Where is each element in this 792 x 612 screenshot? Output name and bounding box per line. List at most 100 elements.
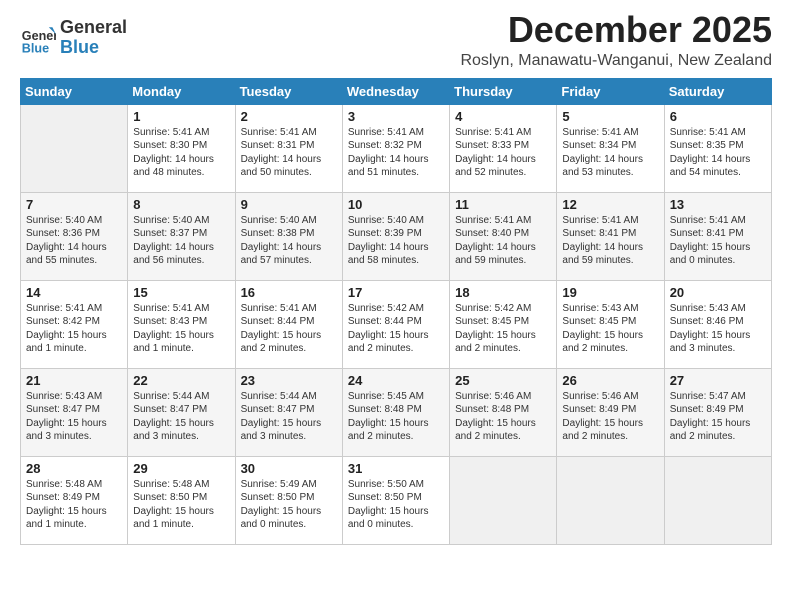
cell-info: Sunrise: 5:46 AM Sunset: 8:48 PM Dayligh… — [455, 390, 551, 444]
calendar-week-row: 1Sunrise: 5:41 AM Sunset: 8:30 PM Daylig… — [21, 104, 772, 192]
calendar-cell: 16Sunrise: 5:41 AM Sunset: 8:44 PM Dayli… — [235, 280, 342, 368]
calendar-cell: 29 Sunrise: 5:48 AM Sunset: 8:50 PM Dayli… — [128, 456, 235, 544]
calendar-cell: 22 Sunrise: 5:44 AM Sunset: 8:47 PM Dayli… — [128, 368, 235, 456]
cell-info: Sunrise: 5:48 AM Sunset: 8:50 PM Dayligh… — [133, 478, 229, 532]
weekday-header-friday: Friday — [557, 78, 664, 104]
calendar-cell: 21Sunrise: 5:43 AM Sunset: 8:47 PM Dayli… — [21, 368, 128, 456]
calendar-cell: 15 Sunrise: 5:41 AM Sunset: 8:43 PM Dayli… — [128, 280, 235, 368]
calendar-cell: 19 Sunrise: 5:43 AM Sunset: 8:45 PM Dayli… — [557, 280, 664, 368]
calendar-cell: 4 Sunrise: 5:41 AM Sunset: 8:33 PM Daylig… — [450, 104, 557, 192]
calendar-cell — [21, 104, 128, 192]
calendar-cell: 2Sunrise: 5:41 AM Sunset: 8:31 PM Daylig… — [235, 104, 342, 192]
cell-info: Sunrise: 5:40 AM Sunset: 8:37 PM Dayligh… — [133, 214, 229, 268]
calendar-cell: 24 Sunrise: 5:45 AM Sunset: 8:48 PM Dayli… — [342, 368, 449, 456]
calendar-cell: 12 Sunrise: 5:41 AM Sunset: 8:41 PM Dayli… — [557, 192, 664, 280]
calendar-cell: 6 Sunrise: 5:41 AM Sunset: 8:35 PM Daylig… — [664, 104, 771, 192]
weekday-header-saturday: Saturday — [664, 78, 771, 104]
day-number: 19 — [562, 285, 658, 300]
day-number: 30 — [241, 461, 337, 476]
cell-info: Sunrise: 5:41 AM Sunset: 8:41 PM Dayligh… — [562, 214, 658, 268]
cell-info: Sunrise: 5:41 AM Sunset: 8:44 PM Dayligh… — [241, 302, 337, 356]
day-number: 12 — [562, 197, 658, 212]
calendar-cell: 25 Sunrise: 5:46 AM Sunset: 8:48 PM Dayli… — [450, 368, 557, 456]
cell-info: Sunrise: 5:41 AM Sunset: 8:31 PM Dayligh… — [241, 126, 337, 180]
location-subtitle: Roslyn, Manawatu-Wanganui, New Zealand — [460, 52, 772, 70]
cell-info: Sunrise: 5:41 AM Sunset: 8:34 PM Dayligh… — [562, 126, 658, 180]
cell-info: Sunrise: 5:42 AM Sunset: 8:45 PM Dayligh… — [455, 302, 551, 356]
cell-info: Sunrise: 5:44 AM Sunset: 8:47 PM Dayligh… — [241, 390, 337, 444]
month-title: December 2025 — [460, 10, 772, 50]
day-number: 17 — [348, 285, 444, 300]
cell-info: Sunrise: 5:41 AM Sunset: 8:41 PM Dayligh… — [670, 214, 766, 268]
svg-text:Blue: Blue — [22, 41, 49, 55]
cell-info: Sunrise: 5:41 AM Sunset: 8:42 PM Dayligh… — [26, 302, 122, 356]
logo-icon: General Blue — [20, 20, 56, 56]
cell-info: Sunrise: 5:43 AM Sunset: 8:46 PM Dayligh… — [670, 302, 766, 356]
cell-info: Sunrise: 5:41 AM Sunset: 8:35 PM Dayligh… — [670, 126, 766, 180]
calendar-cell — [664, 456, 771, 544]
calendar-week-row: 21Sunrise: 5:43 AM Sunset: 8:47 PM Dayli… — [21, 368, 772, 456]
day-number: 21 — [26, 373, 122, 388]
cell-info: Sunrise: 5:41 AM Sunset: 8:43 PM Dayligh… — [133, 302, 229, 356]
day-number: 4 — [455, 109, 551, 124]
cell-info: Sunrise: 5:46 AM Sunset: 8:49 PM Dayligh… — [562, 390, 658, 444]
day-number: 15 — [133, 285, 229, 300]
day-number: 1 — [133, 109, 229, 124]
cell-info: Sunrise: 5:40 AM Sunset: 8:36 PM Dayligh… — [26, 214, 122, 268]
calendar-cell: 10 Sunrise: 5:40 AM Sunset: 8:39 PM Dayli… — [342, 192, 449, 280]
weekday-header-row: SundayMondayTuesdayWednesdayThursdayFrid… — [21, 78, 772, 104]
day-number: 14 — [26, 285, 122, 300]
cell-info: Sunrise: 5:41 AM Sunset: 8:40 PM Dayligh… — [455, 214, 551, 268]
day-number: 13 — [670, 197, 766, 212]
day-number: 31 — [348, 461, 444, 476]
logo: General Blue General Blue — [20, 18, 127, 58]
day-number: 22 — [133, 373, 229, 388]
cell-info: Sunrise: 5:41 AM Sunset: 8:32 PM Dayligh… — [348, 126, 444, 180]
weekday-header-thursday: Thursday — [450, 78, 557, 104]
calendar-cell: 28 Sunrise: 5:48 AM Sunset: 8:49 PM Dayli… — [21, 456, 128, 544]
calendar-cell: 8Sunrise: 5:40 AM Sunset: 8:37 PM Daylig… — [128, 192, 235, 280]
day-number: 27 — [670, 373, 766, 388]
day-number: 18 — [455, 285, 551, 300]
calendar-cell: 3 Sunrise: 5:41 AM Sunset: 8:32 PM Daylig… — [342, 104, 449, 192]
day-number: 5 — [562, 109, 658, 124]
calendar-cell: 26 Sunrise: 5:46 AM Sunset: 8:49 PM Dayli… — [557, 368, 664, 456]
calendar-cell: 31 Sunrise: 5:50 AM Sunset: 8:50 PM Dayli… — [342, 456, 449, 544]
cell-info: Sunrise: 5:50 AM Sunset: 8:50 PM Dayligh… — [348, 478, 444, 532]
weekday-header-wednesday: Wednesday — [342, 78, 449, 104]
calendar-cell: 13 Sunrise: 5:41 AM Sunset: 8:41 PM Dayli… — [664, 192, 771, 280]
calendar-cell: 23 Sunrise: 5:44 AM Sunset: 8:47 PM Dayli… — [235, 368, 342, 456]
cell-info: Sunrise: 5:40 AM Sunset: 8:39 PM Dayligh… — [348, 214, 444, 268]
calendar-cell: 5 Sunrise: 5:41 AM Sunset: 8:34 PM Daylig… — [557, 104, 664, 192]
day-number: 24 — [348, 373, 444, 388]
calendar-cell: 9 Sunrise: 5:40 AM Sunset: 8:38 PM Daylig… — [235, 192, 342, 280]
day-number: 25 — [455, 373, 551, 388]
day-number: 28 — [26, 461, 122, 476]
day-number: 9 — [241, 197, 337, 212]
day-number: 10 — [348, 197, 444, 212]
weekday-header-sunday: Sunday — [21, 78, 128, 104]
weekday-header-tuesday: Tuesday — [235, 78, 342, 104]
cell-info: Sunrise: 5:48 AM Sunset: 8:49 PM Dayligh… — [26, 478, 122, 532]
calendar-cell: 11Sunrise: 5:41 AM Sunset: 8:40 PM Dayli… — [450, 192, 557, 280]
logo-text-line1: General — [60, 18, 127, 38]
cell-info: Sunrise: 5:40 AM Sunset: 8:38 PM Dayligh… — [241, 214, 337, 268]
calendar-cell: 1Sunrise: 5:41 AM Sunset: 8:30 PM Daylig… — [128, 104, 235, 192]
day-number: 7 — [26, 197, 122, 212]
day-number: 6 — [670, 109, 766, 124]
logo-text-line2: Blue — [60, 38, 127, 58]
calendar-week-row: 7 Sunrise: 5:40 AM Sunset: 8:36 PM Daylig… — [21, 192, 772, 280]
day-number: 29 — [133, 461, 229, 476]
calendar-week-row: 28 Sunrise: 5:48 AM Sunset: 8:49 PM Dayli… — [21, 456, 772, 544]
day-number: 26 — [562, 373, 658, 388]
cell-info: Sunrise: 5:44 AM Sunset: 8:47 PM Dayligh… — [133, 390, 229, 444]
day-number: 23 — [241, 373, 337, 388]
day-number: 20 — [670, 285, 766, 300]
title-block: December 2025 Roslyn, Manawatu-Wanganui,… — [460, 10, 772, 70]
day-number: 3 — [348, 109, 444, 124]
cell-info: Sunrise: 5:49 AM Sunset: 8:50 PM Dayligh… — [241, 478, 337, 532]
cell-info: Sunrise: 5:45 AM Sunset: 8:48 PM Dayligh… — [348, 390, 444, 444]
cell-info: Sunrise: 5:47 AM Sunset: 8:49 PM Dayligh… — [670, 390, 766, 444]
cell-info: Sunrise: 5:43 AM Sunset: 8:45 PM Dayligh… — [562, 302, 658, 356]
cell-info: Sunrise: 5:41 AM Sunset: 8:33 PM Dayligh… — [455, 126, 551, 180]
